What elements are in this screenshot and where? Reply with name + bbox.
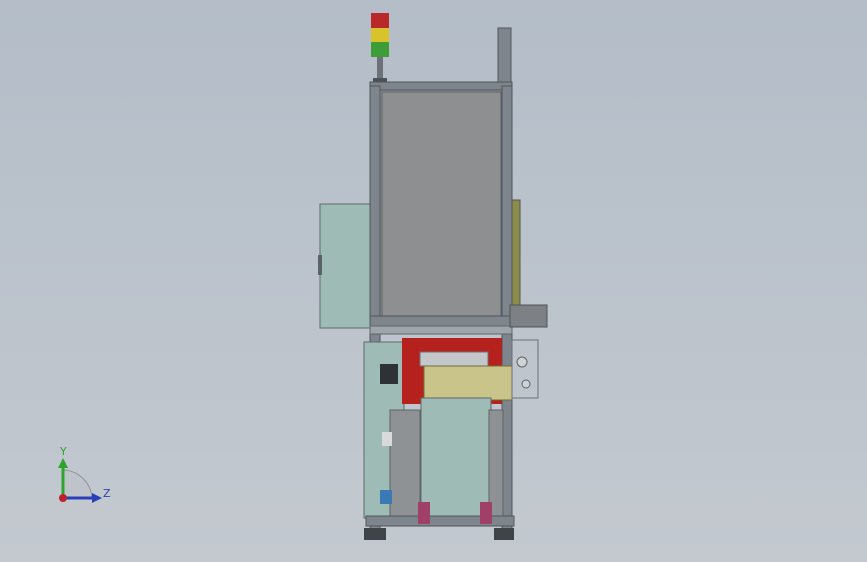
z-axis-arrowhead — [92, 493, 102, 503]
cad-viewport[interactable]: Y Z — [0, 0, 867, 562]
triad-quadrant — [63, 469, 93, 499]
cable-duct — [511, 199, 521, 306]
leveling-foot — [418, 502, 430, 524]
pneumatic-valve — [516, 356, 528, 368]
cabinet-door — [381, 91, 502, 317]
feeder-unit — [423, 365, 513, 401]
triad-origin — [59, 494, 67, 502]
z-axis-label: Z — [103, 487, 111, 500]
signal-light-green — [371, 42, 389, 57]
mid-frame-rail-lower — [369, 325, 513, 335]
panel-hinge — [318, 255, 322, 275]
motor — [380, 364, 398, 384]
slide-guide — [419, 351, 489, 367]
y-axis-label: Y — [59, 445, 67, 458]
control-box — [389, 409, 421, 517]
side-guard-panel — [319, 203, 375, 329]
axis-triad: Y Z — [58, 445, 111, 503]
signal-tower-pole — [377, 57, 383, 79]
sensor-bracket — [511, 339, 539, 399]
mid-frame-rail — [369, 315, 513, 327]
electric-box — [509, 304, 548, 328]
top-frame-rail — [369, 81, 513, 91]
lower-guard-panel — [420, 397, 492, 517]
signal-light-yellow — [371, 28, 389, 42]
caster-left — [364, 528, 386, 540]
upright-post — [497, 27, 512, 87]
side-cover — [488, 409, 504, 517]
leveling-foot — [480, 502, 492, 524]
y-axis-arrowhead — [58, 458, 68, 468]
caster-right — [494, 528, 514, 540]
machine-model[interactable]: Y Z — [0, 0, 867, 562]
pneumatic-valve — [521, 379, 531, 389]
signal-tower — [371, 13, 389, 84]
signal-light-red — [371, 13, 389, 28]
sensor — [382, 432, 392, 446]
blue-fitting — [380, 490, 392, 504]
